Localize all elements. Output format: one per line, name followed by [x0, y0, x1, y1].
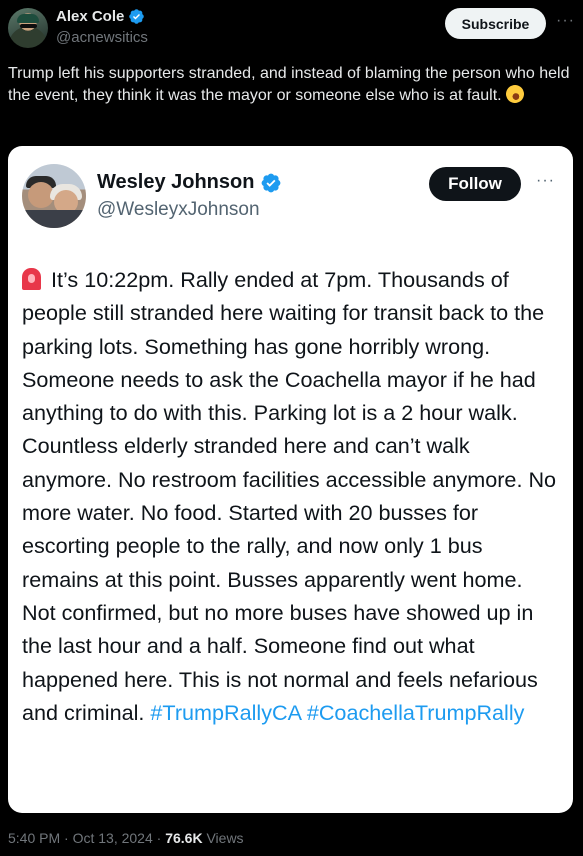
verified-badge-icon	[129, 9, 145, 24]
avatar-glasses-shape	[20, 24, 37, 28]
tweet-text: Trump left his supporters stranded, and …	[8, 63, 574, 107]
rolling-laughing-emoji-icon	[503, 82, 527, 106]
more-options-icon: ···	[536, 172, 555, 189]
hashtag: #CoachellaTrumpRally	[306, 699, 525, 725]
author-handle[interactable]: @acnewsitics	[56, 29, 148, 46]
hashtag: #TrumpRallyCA	[150, 699, 301, 725]
author-avatar[interactable]	[8, 8, 48, 48]
timestamp-date[interactable]: Oct 13, 2024	[73, 830, 153, 846]
views-label: Views	[206, 830, 244, 846]
quoted-body: It’s 10:22pm. Rally ended at 7pm. Thousa…	[22, 267, 557, 725]
avatar-cap-shape	[17, 14, 39, 23]
meta-separator: ·	[156, 830, 162, 846]
quoted-tweet-image[interactable]: Wesley Johnson @WesleyxJohnson Follow ··…	[8, 146, 573, 813]
quoted-name-row: Wesley Johnson	[97, 171, 282, 194]
more-options-icon[interactable]: ···	[556, 12, 575, 30]
timestamp-time[interactable]: 5:40 PM	[8, 830, 60, 846]
author-name-row: Alex Cole	[56, 8, 145, 25]
subscribe-button[interactable]: Subscribe	[445, 8, 546, 39]
hashtags: #TrumpRallyCA #CoachellaTrumpRally	[150, 700, 524, 725]
tweet-body: Trump left his supporters stranded, and …	[8, 65, 570, 104]
verified-badge-icon	[262, 173, 281, 192]
tweet-meta: 5:40 PM · Oct 13, 2024 · 76.6K Views	[8, 830, 244, 846]
police-light-emoji-icon	[22, 268, 41, 290]
avatar-bodies-shape	[22, 210, 86, 228]
views-count[interactable]: 76.6K	[165, 830, 202, 846]
quoted-author-handle: @WesleyxJohnson	[97, 199, 260, 220]
quoted-author-name: Wesley Johnson	[97, 171, 255, 193]
quoted-author-avatar	[22, 164, 86, 228]
meta-separator: ·	[64, 830, 69, 846]
author-name[interactable]: Alex Cole	[56, 8, 124, 25]
follow-button: Follow	[429, 167, 521, 201]
quoted-tweet-text: It’s 10:22pm. Rally ended at 7pm. Thousa…	[22, 263, 562, 729]
tweet-header: Alex Cole @acnewsitics Subscribe ···	[0, 0, 583, 56]
